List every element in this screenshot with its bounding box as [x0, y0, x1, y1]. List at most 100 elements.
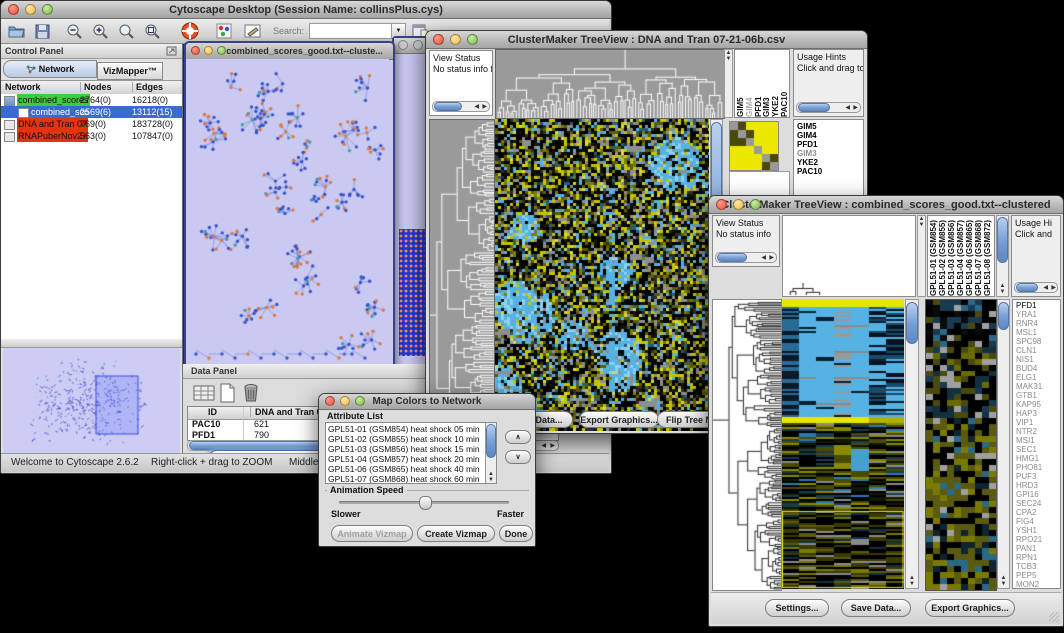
column-label[interactable]: YKE2: [771, 51, 780, 117]
tv2-settings-button[interactable]: Settings...: [765, 599, 829, 617]
gene-label[interactable]: PHO81: [1016, 463, 1060, 472]
attribute-item[interactable]: GPL51-04 (GSM857) heat shock 20 min: [328, 454, 494, 464]
network-row[interactable]: combined_sco 2569(6) 13112(15): [1, 106, 182, 118]
attribute-item[interactable]: GPL51-01 (GSM854) heat shock 05 min: [328, 424, 494, 434]
zoom-out-icon[interactable]: [64, 21, 84, 41]
gene-label[interactable]: GPI16: [1016, 490, 1060, 499]
attribute-list-scrollbar[interactable]: ▲▼: [485, 423, 496, 483]
network-row[interactable]: RNAPuberNov2+ 563(0) 107847(0): [1, 130, 182, 142]
attribute-listbox[interactable]: GPL51-01 (GSM854) heat shock 05 minGPL51…: [325, 422, 497, 484]
gene-label[interactable]: NIS1: [1016, 355, 1060, 364]
tv1-status-scrollbar[interactable]: ◀▶: [432, 101, 490, 112]
resize-grip[interactable]: [1049, 612, 1059, 622]
annotation-icon[interactable]: [242, 21, 262, 41]
network-a-titlebar[interactable]: combined_scores_good.txt--cluste...: [186, 43, 393, 60]
row-label[interactable]: PAC10: [797, 167, 863, 176]
gene-label[interactable]: VIP1: [1016, 418, 1060, 427]
column-label[interactable]: GPL51-02 (GSM855): [938, 216, 947, 296]
new-attribute-icon[interactable]: [219, 383, 236, 406]
gene-label[interactable]: KAP95: [1016, 400, 1060, 409]
gene-label[interactable]: CPA2: [1016, 508, 1060, 517]
close-icon[interactable]: [716, 199, 727, 210]
tv2-export-graphics-button[interactable]: Export Graphics...: [925, 599, 1015, 617]
tv2-column-labels[interactable]: GPL51-01 (GSM854)GPL51-02 (GSM855)GPL51-…: [927, 215, 995, 297]
gene-label[interactable]: HRD3: [1016, 481, 1060, 490]
column-label[interactable]: PAC10: [780, 51, 789, 117]
attribute-item[interactable]: GPL51-06 (GSM865) heat shock 40 min: [328, 464, 494, 474]
close-icon[interactable]: [433, 34, 444, 45]
zoom-selected-icon[interactable]: [116, 21, 136, 41]
move-up-button[interactable]: ∧: [505, 430, 531, 444]
gene-label[interactable]: TCB3: [1016, 562, 1060, 571]
treeview2-titlebar[interactable]: ClusterMaker TreeView : combined_scores_…: [709, 196, 1063, 214]
tv2-zoom-v-scrollbar[interactable]: ▲▼: [997, 299, 1010, 589]
row-label[interactable]: YKE2: [797, 158, 863, 167]
gene-label[interactable]: RPN1: [1016, 553, 1060, 562]
tv1-column-dendrogram[interactable]: [495, 49, 725, 119]
minimize-icon[interactable]: [204, 46, 213, 55]
tv2-row-dendrogram[interactable]: [712, 299, 782, 591]
row-label[interactable]: GIM5: [797, 122, 863, 131]
tv2-zoom-heatmap[interactable]: [925, 299, 997, 591]
gene-label[interactable]: SEC1: [1016, 445, 1060, 454]
column-label[interactable]: GPL51-03 (GSM856): [947, 216, 956, 296]
main-titlebar[interactable]: Cytoscape Desktop (Session Name: collins…: [1, 1, 611, 19]
gene-label[interactable]: CLN1: [1016, 346, 1060, 355]
gene-label[interactable]: MON2: [1016, 580, 1060, 589]
zoom-icon[interactable]: [355, 396, 365, 406]
tv1-label-scroll-strip[interactable]: ▲▼: [724, 49, 733, 118]
minimize-icon[interactable]: [25, 4, 36, 15]
gene-label[interactable]: FIG4: [1016, 517, 1060, 526]
dialog-titlebar[interactable]: Map Colors to Network: [319, 394, 535, 410]
search-input[interactable]: [309, 23, 393, 39]
treeview1-titlebar[interactable]: ClusterMaker TreeView : DNA and Tran 07-…: [426, 31, 867, 49]
gene-label[interactable]: HAP3: [1016, 409, 1060, 418]
tv2-label-scroll-strip[interactable]: ▲▼: [917, 215, 926, 297]
column-label[interactable]: GIM5: [736, 51, 745, 117]
slider-thumb[interactable]: [419, 496, 432, 510]
attribute-item[interactable]: GPL51-02 (GSM855) heat shock 10 min: [328, 434, 494, 444]
gene-label[interactable]: PAN1: [1016, 544, 1060, 553]
zoom-fit-icon[interactable]: [142, 21, 162, 41]
move-down-button[interactable]: ∨: [505, 450, 531, 464]
animate-vizmap-button[interactable]: Animate Vizmap: [331, 525, 413, 542]
tv2-column-dendrogram-area[interactable]: [782, 215, 916, 297]
tv1-row-dendrogram[interactable]: [429, 119, 495, 433]
minimize-icon[interactable]: [340, 396, 350, 406]
column-label[interactable]: GPL51-06 (GSM865): [965, 216, 974, 296]
gene-label[interactable]: PUF3: [1016, 472, 1060, 481]
float-panel-icon[interactable]: [166, 46, 177, 59]
row-label[interactable]: GIM3: [797, 149, 863, 158]
zoom-icon[interactable]: [42, 4, 53, 15]
row-label[interactable]: GIM4: [797, 131, 863, 140]
tab-vizmapper[interactable]: VizMapper™: [97, 62, 163, 80]
tv2-global-heatmap[interactable]: [782, 299, 904, 589]
column-label[interactable]: GIM3: [762, 51, 771, 117]
zoom-in-icon[interactable]: [90, 21, 110, 41]
row-label[interactable]: PFD1: [797, 140, 863, 149]
zoom-icon[interactable]: [467, 34, 478, 45]
attribute-table-icon[interactable]: [193, 384, 215, 405]
tv1-global-heatmap[interactable]: [495, 119, 709, 431]
help-lifering-icon[interactable]: [180, 21, 200, 41]
gene-label[interactable]: RNR4: [1016, 319, 1060, 328]
tv2-hints-scrollbar[interactable]: ◀▶: [1014, 282, 1058, 293]
network-row[interactable]: DNA and Tran 07 769(0) 183728(0): [1, 118, 182, 130]
gene-label[interactable]: BUD4: [1016, 364, 1060, 373]
close-icon[interactable]: [398, 40, 408, 50]
network-row[interactable]: combined_scores 2764(0) 16218(0): [1, 94, 182, 106]
close-icon[interactable]: [191, 46, 200, 55]
gene-label[interactable]: SPC98: [1016, 337, 1060, 346]
col-network[interactable]: Network: [5, 82, 41, 92]
column-label[interactable]: GPL51-08 (GSM872): [983, 216, 992, 296]
tv2-heatmap-v-scrollbar[interactable]: ▲▼: [905, 299, 919, 589]
tv2-collabel-scrollbar[interactable]: ▲▼: [996, 215, 1009, 297]
minimize-icon[interactable]: [413, 40, 423, 50]
gene-label[interactable]: NTR2: [1016, 427, 1060, 436]
zoom-icon[interactable]: [217, 46, 226, 55]
done-button[interactable]: Done: [499, 525, 533, 542]
column-label[interactable]: GIM4: [745, 51, 754, 117]
column-label[interactable]: GPL51-01 (GSM854): [929, 216, 938, 296]
tv1-export-graphics-button[interactable]: Export Graphics...: [579, 411, 659, 428]
gene-label[interactable]: MAK31: [1016, 382, 1060, 391]
